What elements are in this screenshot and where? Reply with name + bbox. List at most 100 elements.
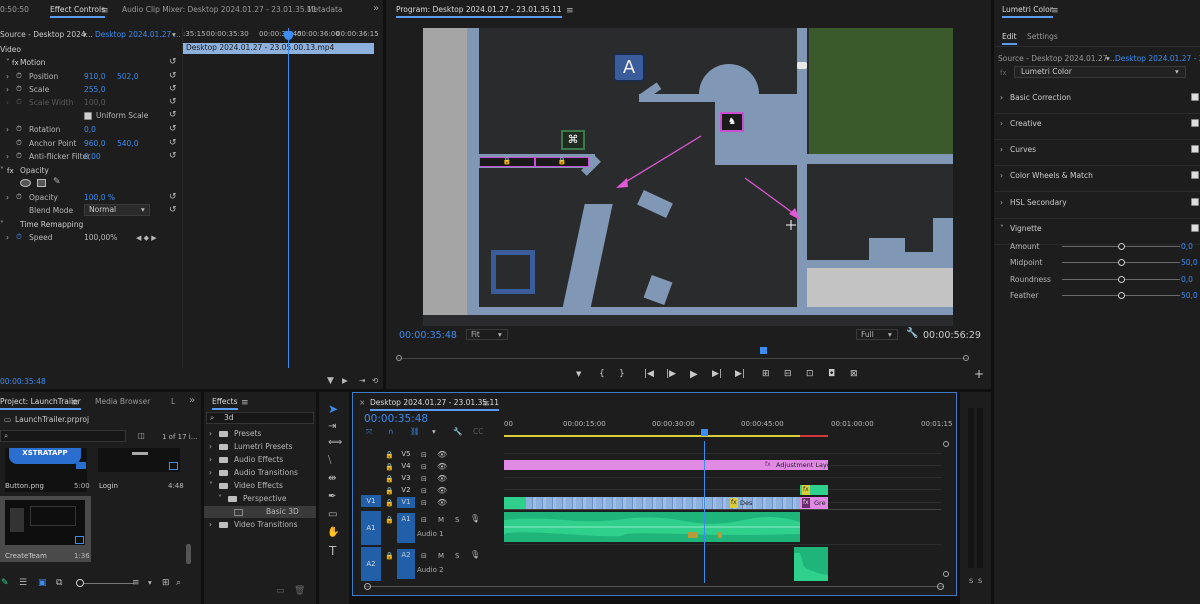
vignette-value[interactable]: 0,0 <box>1181 242 1193 252</box>
source-patch-a2[interactable]: A2 <box>361 547 381 581</box>
vignette-slider-knob[interactable] <box>1118 243 1125 250</box>
quality-dropdown[interactable]: Full ▾ <box>856 329 898 340</box>
type-tool-icon[interactable]: T <box>329 545 336 557</box>
expand-chevron[interactable]: ˅ <box>0 166 4 176</box>
reset-icon[interactable]: ↺ <box>169 124 177 134</box>
list-view-icon[interactable]: ☰ <box>19 578 27 588</box>
effects-title[interactable]: Effects <box>212 397 238 410</box>
search-icon[interactable]: ⌕ <box>176 578 181 588</box>
multicam-icon[interactable]: ⊠ <box>850 369 858 379</box>
rectangle-mask-icon[interactable] <box>37 179 46 187</box>
stopwatch-icon[interactable]: ⏱ <box>16 192 22 202</box>
lumetri-section-0[interactable]: › Basic Correction <box>994 91 1200 105</box>
vignette-slider-knob[interactable] <box>1118 259 1125 266</box>
section-enable-checkbox[interactable] <box>1191 198 1199 206</box>
reset-icon[interactable]: ↺ <box>169 110 177 120</box>
effects-tree-item[interactable]: › Audio Transitions <box>204 467 316 479</box>
compare-icon[interactable]: ⊡ <box>806 369 814 379</box>
tab-effect-controls[interactable]: Effect Controls <box>50 5 105 18</box>
tab-project[interactable]: Project: LaunchTrailer <box>0 397 81 410</box>
effects-tree-item[interactable]: › Audio Effects <box>204 454 316 466</box>
rotation-value[interactable]: 0,0 <box>84 125 96 135</box>
track-target[interactable]: V2 <box>397 485 415 496</box>
hand-tool-icon[interactable]: ✋ <box>327 528 339 538</box>
keyframe-nav-icon[interactable]: ◀ ◆ ▶ <box>136 233 157 243</box>
vignette-slider-knob[interactable] <box>1118 292 1125 299</box>
pencil-icon[interactable]: ✎ <box>1 578 9 588</box>
expand-chevron[interactable]: › <box>6 98 9 108</box>
scrollbar-start[interactable] <box>364 583 371 590</box>
expand-chevron[interactable]: ˅ <box>0 220 4 230</box>
chevron-down-icon[interactable]: ▾ <box>1106 54 1110 64</box>
reset-icon[interactable]: ↺ <box>169 57 177 67</box>
sync-lock-icon[interactable]: ⊟ <box>421 515 427 525</box>
ripple-edit-icon[interactable]: ⟺ <box>328 438 342 448</box>
effects-tree-item[interactable]: ˅ Perspective <box>204 493 316 505</box>
timeline-tc[interactable]: 00:00:35:48 <box>364 413 428 425</box>
playhead-handle[interactable] <box>284 31 293 40</box>
vignette-value[interactable]: 50,0 <box>1181 258 1198 268</box>
solo-button[interactable]: S <box>455 515 459 525</box>
effects-tree-item[interactable]: › Video Transitions <box>204 519 316 531</box>
project-search-input[interactable]: ⌕ <box>0 430 126 442</box>
graphic-clip[interactable]: fx <box>800 485 828 495</box>
snap-icon[interactable]: ∩ <box>388 427 394 437</box>
fx-badge-icon[interactable]: fx <box>12 58 19 68</box>
sync-lock-icon[interactable]: ⊟ <box>421 486 427 496</box>
expand-chevron[interactable]: › <box>6 193 9 203</box>
stopwatch-icon[interactable]: ⏱ <box>16 138 22 148</box>
effects-tree-item[interactable]: Basic 3D <box>204 506 316 518</box>
zoom-slider[interactable] <box>76 583 134 584</box>
eye-icon[interactable]: 👁 <box>437 474 447 484</box>
source-patch-a1[interactable]: A1 <box>361 511 381 545</box>
reset-icon[interactable]: ↺ <box>169 151 177 161</box>
play-audio-icon[interactable]: ▶ <box>342 376 348 386</box>
extract-icon[interactable]: ⊟ <box>784 369 792 379</box>
add-button-icon[interactable]: + <box>974 368 984 380</box>
expand-chevron[interactable]: › <box>6 72 9 82</box>
eye-icon[interactable]: 👁 <box>437 450 447 460</box>
wrench-icon[interactable]: 🔧 <box>906 329 918 339</box>
v1-clip-strip[interactable]: fx Des <box>526 497 800 509</box>
slip-icon[interactable]: ⇹ <box>328 474 336 484</box>
effects-tree-item[interactable]: › Presets <box>204 428 316 440</box>
chevron-down-icon[interactable]: ▾ <box>148 578 152 588</box>
lumetri-section-5[interactable]: ˅ Vignette <box>994 222 1200 236</box>
go-to-out-icon[interactable]: ▶| <box>735 369 745 379</box>
wrench-icon[interactable]: 🔧 <box>453 427 462 437</box>
expand-chevron[interactable]: › <box>6 152 9 162</box>
reset-icon[interactable]: ↺ <box>169 192 177 202</box>
track-target[interactable]: A1 <box>397 513 415 543</box>
fx-badge-icon[interactable]: fx <box>7 166 14 176</box>
menu-icon[interactable]: ≡ <box>566 6 574 16</box>
tab-media-browser[interactable]: Media Browser <box>95 397 150 406</box>
antiflicker-value[interactable]: 0,00 <box>84 152 101 162</box>
reset-icon[interactable]: ↺ <box>169 205 177 215</box>
more-tabs-icon[interactable]: » <box>189 395 195 406</box>
new-bin-icon[interactable]: ▭ <box>276 586 285 596</box>
stopwatch-icon[interactable]: ⏱ <box>16 151 22 161</box>
sync-lock-icon[interactable]: ⊟ <box>421 474 427 484</box>
solo-button[interactable]: S <box>455 551 459 561</box>
tab-settings[interactable]: Settings <box>1027 32 1058 41</box>
mute-button[interactable]: M <box>438 551 444 561</box>
audio1-clip[interactable] <box>504 512 800 542</box>
vertical-scrollbar[interactable] <box>943 441 949 581</box>
close-icon[interactable]: × <box>359 398 365 407</box>
source-patch-v1[interactable]: V1 <box>361 495 381 507</box>
position-x[interactable]: 910,0 <box>84 72 105 82</box>
bin-icon[interactable]: ◫ <box>138 431 145 441</box>
lock-icon[interactable]: 🔒 <box>385 450 394 460</box>
reset-icon[interactable]: ↺ <box>169 138 177 148</box>
program-title[interactable]: Program: Desktop 2024.01.27 - 23.01.35.1… <box>396 5 562 18</box>
step-back-icon[interactable]: ◀| <box>666 369 676 379</box>
track-target[interactable]: V4 <box>397 461 415 472</box>
tab-audio-clip-mixer[interactable]: Audio Clip Mixer: Desktop 2024.01.27 - 2… <box>122 5 317 14</box>
section-enable-checkbox[interactable] <box>1191 224 1199 232</box>
captions-icon[interactable]: CC <box>473 427 483 437</box>
razor-icon[interactable]: ⧹ <box>328 456 331 466</box>
eye-icon[interactable]: 👁 <box>437 498 447 508</box>
tab-edit[interactable]: Edit <box>1002 32 1017 45</box>
expand-chevron[interactable]: › <box>6 125 9 135</box>
pen-mask-icon[interactable]: ✎ <box>53 177 61 187</box>
